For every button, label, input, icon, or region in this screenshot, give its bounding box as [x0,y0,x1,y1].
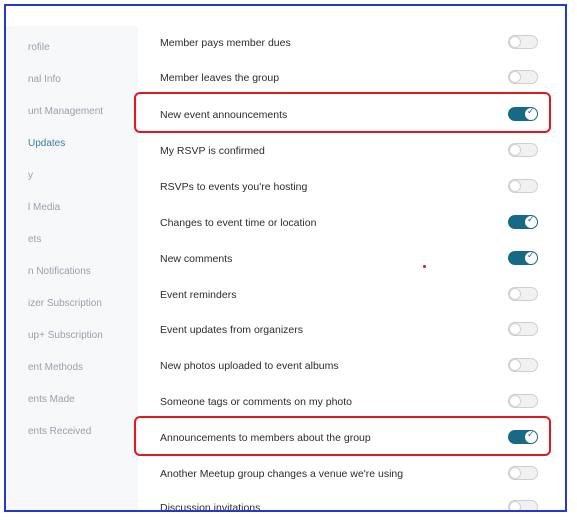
sidebar-item-payments-received[interactable]: ents Received [28,426,91,437]
setting-label: Another Meetup group changes a venue we'… [160,468,404,480]
setting-toggle[interactable] [508,322,538,336]
check-icon [525,215,537,228]
settings-window: rofile nal Info unt Management Updates y… [4,4,567,512]
toggle-knob [509,36,521,48]
sidebar-item-social-media[interactable]: l Media [28,202,60,213]
sidebar-item-email-updates[interactable]: Updates [28,138,65,149]
setting-toggle[interactable] [508,70,538,84]
toggle-knob [509,71,521,83]
setting-label: New photos uploaded to event albums [160,360,339,372]
setting-toggle[interactable] [508,466,538,480]
setting-row: Event updates from organizers [158,321,548,341]
setting-row: RSVPs to events you're hosting [158,178,548,198]
setting-label: My RSVP is confirmed [160,145,265,157]
highlight-box [134,416,551,456]
toggle-knob [509,501,521,510]
setting-row: My RSVP is confirmed [158,142,548,162]
sidebar-item-meetup-plus-subscription[interactable]: up+ Subscription [28,330,103,341]
setting-row: Someone tags or comments on my photo [158,393,548,413]
sidebar-item-profile[interactable]: rofile [28,42,50,53]
setting-label: Discussion invitations [160,502,261,512]
setting-toggle[interactable] [508,35,538,49]
sidebar-item-interests[interactable]: ets [28,234,41,245]
setting-label: Event updates from organizers [160,324,303,336]
setting-row: Discussion invitations [158,499,548,512]
sidebar-item-payments-made[interactable]: ents Made [28,394,75,405]
cursor-dot [423,265,426,268]
setting-row: Changes to event time or location [158,214,548,234]
setting-toggle[interactable] [508,500,538,510]
setting-label: New comments [160,253,233,265]
setting-row: Member leaves the group [158,69,548,89]
toggle-knob [509,467,521,479]
sidebar-item-privacy[interactable]: y [28,170,33,181]
sidebar-item-account-management[interactable]: unt Management [28,106,103,117]
setting-toggle[interactable] [508,251,538,265]
toggle-knob [509,323,521,335]
setting-toggle[interactable] [508,143,538,157]
setting-row: Member pays member dues [158,34,548,54]
sidebar-item-organizer-subscription[interactable]: izer Subscription [28,298,102,309]
sidebar: rofile nal Info unt Management Updates y… [6,26,138,510]
toggle-knob [509,395,521,407]
setting-toggle[interactable] [508,179,538,193]
sidebar-item-push-notifications[interactable]: n Notifications [28,266,91,277]
setting-toggle[interactable] [508,287,538,301]
setting-toggle[interactable] [508,215,538,229]
setting-toggle[interactable] [508,394,538,408]
setting-label: Member pays member dues [160,37,291,49]
setting-label: Event reminders [160,289,237,301]
setting-row: New photos uploaded to event albums [158,357,548,377]
setting-label: Changes to event time or location [160,217,317,229]
check-icon [525,251,537,264]
setting-row: Event reminders [158,286,548,306]
toggle-knob [509,359,521,371]
setting-label: RSVPs to events you're hosting [160,181,308,193]
highlight-box [134,92,551,133]
setting-row: New comments [158,250,548,270]
setting-toggle[interactable] [508,358,538,372]
sidebar-item-personal-info[interactable]: nal Info [28,74,61,85]
setting-row: Another Meetup group changes a venue we'… [158,465,548,485]
toggle-knob [509,144,521,156]
toggle-knob [509,180,521,192]
sidebar-item-payment-methods[interactable]: ent Methods [28,362,83,373]
toggle-knob [509,288,521,300]
setting-label: Someone tags or comments on my photo [160,396,353,408]
setting-label: Member leaves the group [160,72,280,84]
